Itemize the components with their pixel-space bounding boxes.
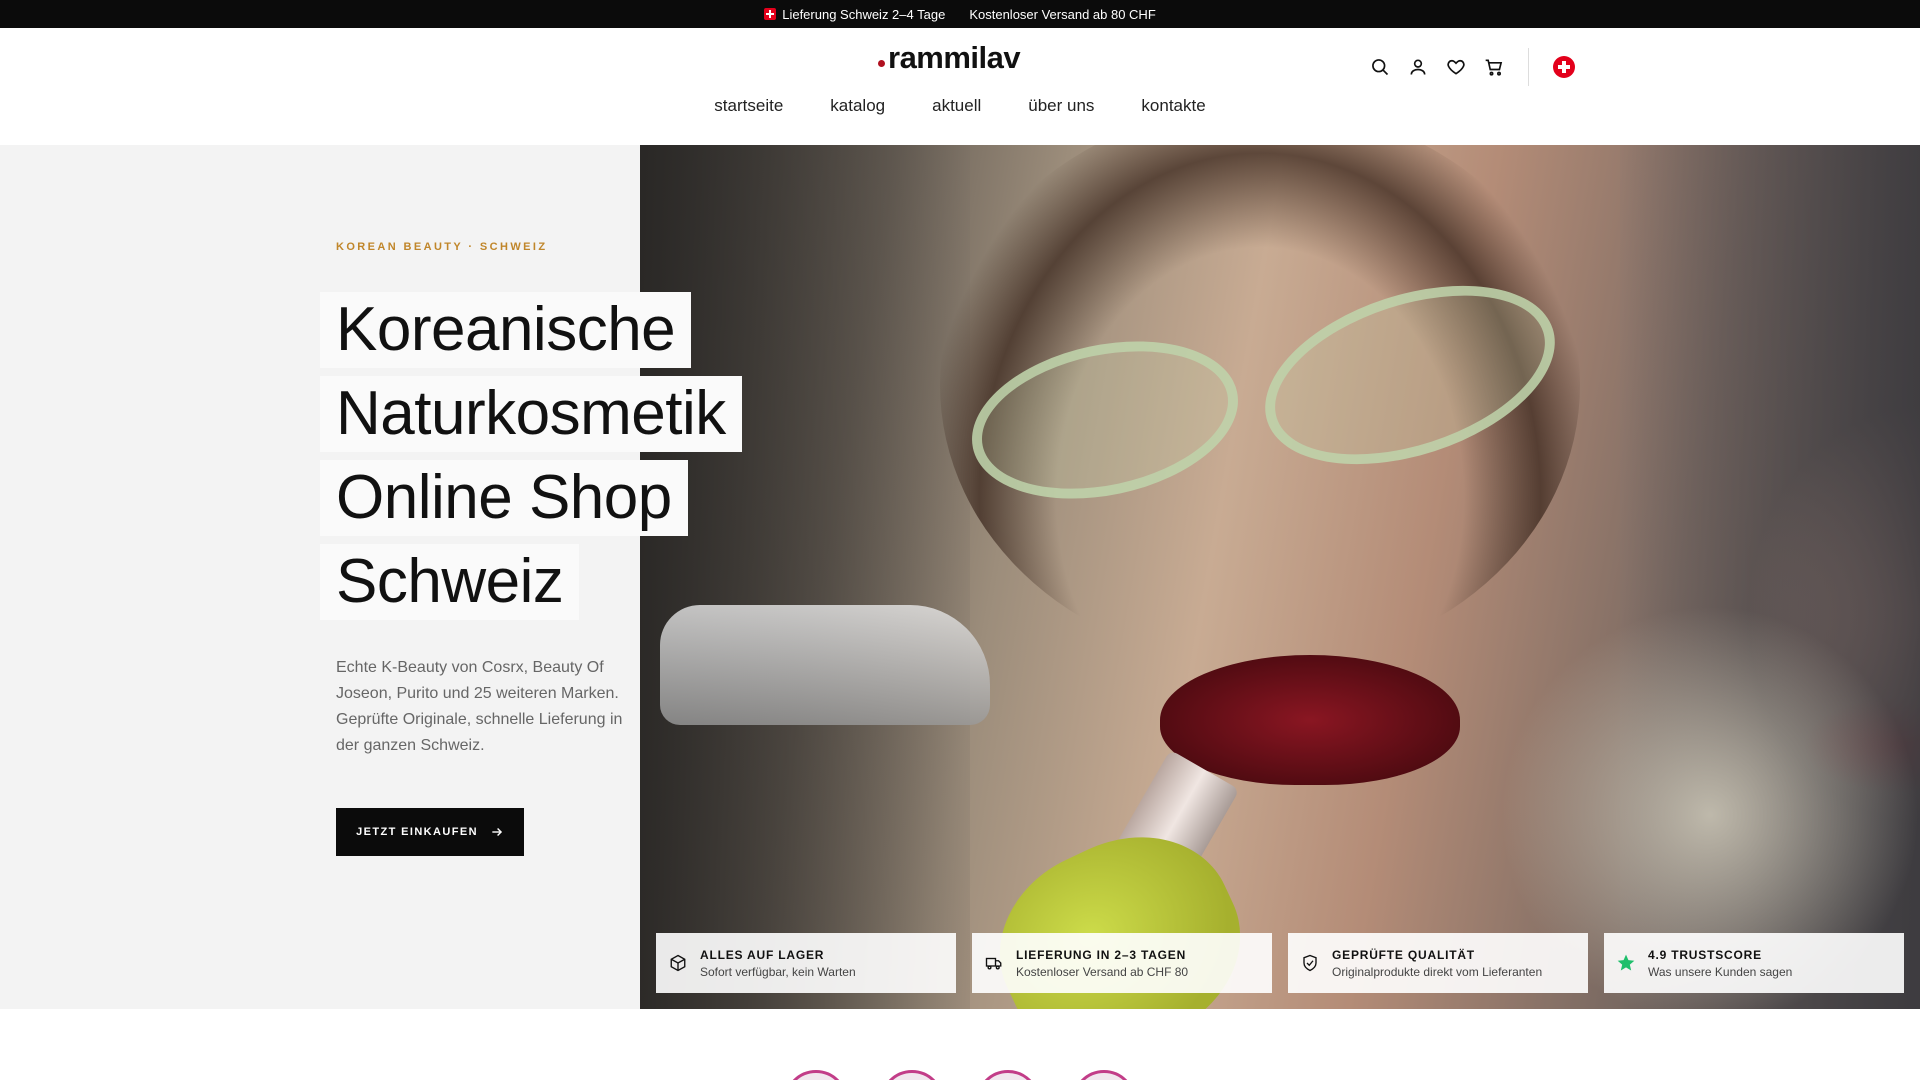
swiss-flag-icon: [764, 8, 777, 20]
nav-katalog[interactable]: katalog: [830, 96, 885, 116]
hero-image: [640, 145, 1920, 1009]
hero-section: KOREAN BEAUTY · SCHWEIZ Koreanische Natu…: [0, 145, 1920, 1009]
shipping-notice-text: Lieferung Schweiz 2–4 Tage: [782, 6, 946, 22]
category-circle[interactable]: [880, 1070, 944, 1080]
category-circle[interactable]: [784, 1070, 848, 1080]
category-circle[interactable]: [1072, 1070, 1136, 1080]
feature-title: 4.9 TRUSTSCORE: [1648, 947, 1762, 962]
logo-dot: [878, 59, 885, 67]
feature-card[interactable]: 4.9 TRUSTSCORE Was unsere Kunden sagen: [1604, 933, 1904, 993]
box-icon: [668, 953, 688, 973]
hero-eyebrow: KOREAN BEAUTY · SCHWEIZ: [336, 241, 548, 253]
feature-strip: ALLES AUF LAGER Sofort verfügbar, kein W…: [656, 933, 1904, 993]
announcement-bar: Lieferung Schweiz 2–4 Tage Kostenloser V…: [0, 0, 1920, 28]
feature-subtitle: Originalprodukte direkt vom Lieferanten: [1332, 964, 1543, 979]
category-circle[interactable]: [976, 1070, 1040, 1080]
feature-title: ALLES AUF LAGER: [700, 947, 825, 962]
star-icon: [1616, 953, 1636, 973]
arrow-right-icon: [492, 828, 502, 836]
hero-headline-line: Schweiz: [320, 544, 580, 620]
shop-now-button[interactable]: JETZT EINKAUFEN: [336, 808, 524, 856]
search-icon[interactable]: [1370, 57, 1390, 77]
shield-check-icon: [1300, 953, 1320, 973]
header-divider: [1528, 48, 1529, 86]
feature-card: GEPRÜFTE QUALITÄT Originalprodukte direk…: [1288, 933, 1588, 993]
main-nav: startseite katalog aktuell über uns kont…: [0, 96, 1920, 116]
nav-ueber-uns[interactable]: über uns: [1028, 96, 1094, 116]
heart-icon[interactable]: [1446, 57, 1466, 77]
truck-icon: [984, 953, 1004, 973]
hero-headline: Koreanische Naturkosmetik Online Shop Sc…: [320, 292, 742, 628]
nav-kontakte[interactable]: kontakte: [1141, 96, 1205, 116]
site-logo[interactable]: rammilav: [878, 40, 1021, 76]
feature-subtitle: Sofort verfügbar, kein Warten: [700, 964, 856, 979]
site-header: rammilav startseite katalog aktuell über…: [0, 28, 1920, 145]
feature-card: ALLES AUF LAGER Sofort verfügbar, kein W…: [656, 933, 956, 993]
header-actions: [1370, 48, 1575, 86]
feature-card: LIEFERUNG IN 2–3 TAGEN Kostenloser Versa…: [972, 933, 1272, 993]
shop-now-label: JETZT EINKAUFEN: [356, 826, 478, 838]
hero-image-lips: [1160, 655, 1460, 785]
hero-headline-line: Online Shop: [320, 460, 688, 536]
hero-headline-line: Naturkosmetik: [320, 376, 742, 452]
shipping-notice: Lieferung Schweiz 2–4 Tage: [764, 7, 945, 22]
feature-title: LIEFERUNG IN 2–3 TAGEN: [1016, 947, 1187, 962]
cart-icon[interactable]: [1484, 57, 1504, 77]
free-shipping-notice: Kostenloser Versand ab 80 CHF: [969, 7, 1155, 22]
nav-aktuell[interactable]: aktuell: [932, 96, 981, 116]
user-icon[interactable]: [1408, 57, 1428, 77]
feature-title: GEPRÜFTE QUALITÄT: [1332, 947, 1475, 962]
free-shipping-text: Kostenloser Versand ab 80 CHF: [969, 6, 1156, 22]
swiss-flag-icon[interactable]: [1553, 56, 1575, 78]
hero-headline-line: Koreanische: [320, 292, 692, 368]
feature-subtitle: Was unsere Kunden sagen: [1648, 964, 1793, 979]
category-circles: [784, 1070, 1136, 1080]
feature-subtitle: Kostenloser Versand ab CHF 80: [1016, 964, 1189, 979]
hero-intro: Echte K-Beauty von Cosrx, Beauty Of Jose…: [336, 659, 623, 754]
logo-text: rammilav: [888, 40, 1021, 75]
nav-startseite[interactable]: startseite: [714, 96, 783, 116]
